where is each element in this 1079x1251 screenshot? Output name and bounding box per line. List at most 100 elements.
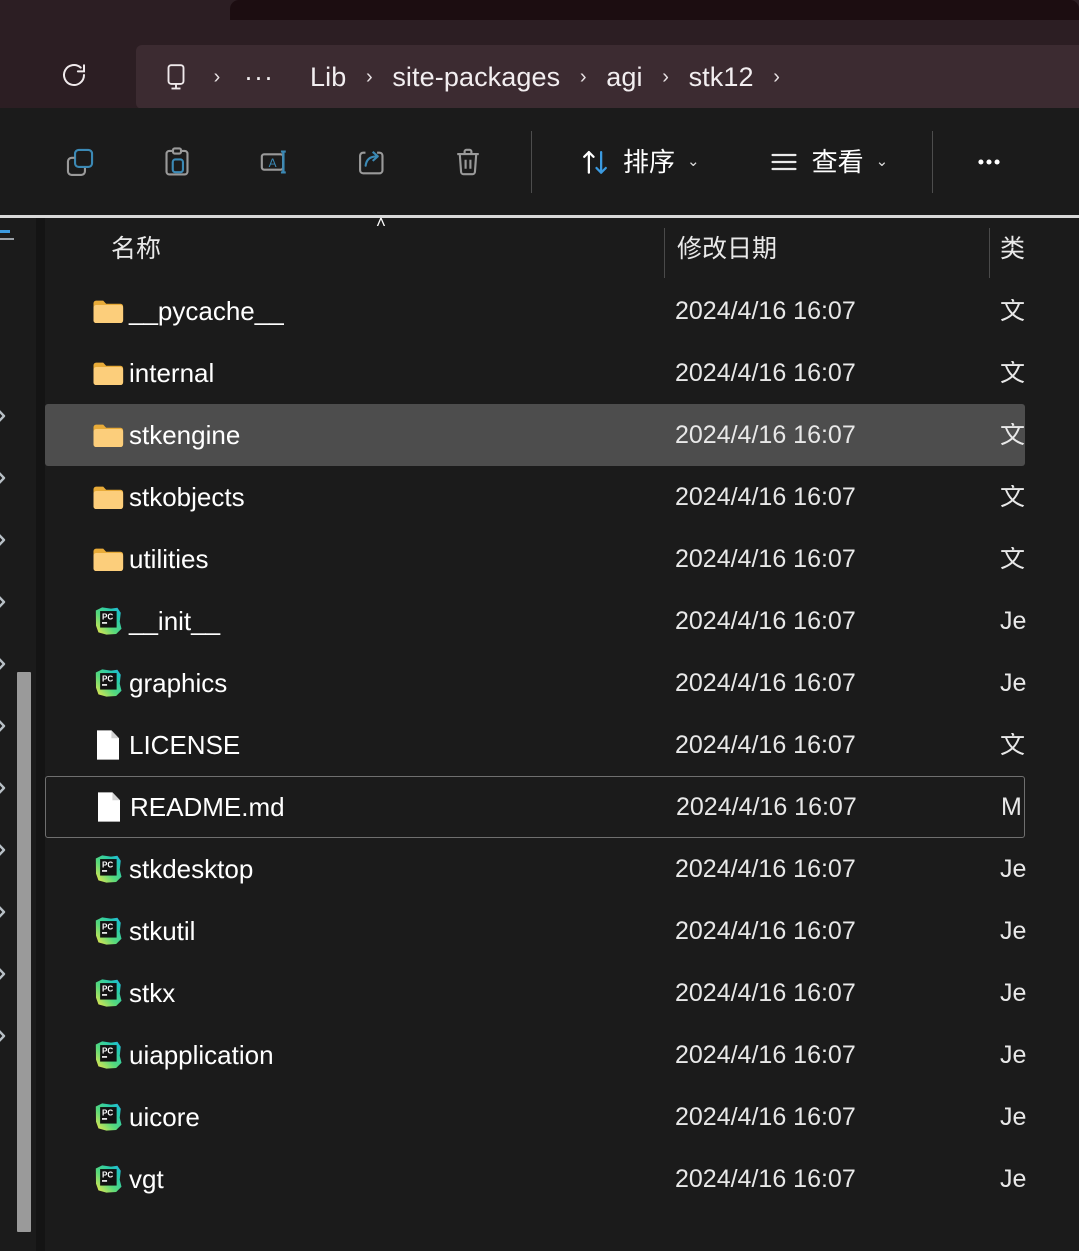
- nav-expander-7[interactable]: [0, 840, 11, 860]
- column-header-name[interactable]: 名称: [111, 234, 161, 264]
- file-name: uiapplication: [129, 1040, 274, 1070]
- breadcrumb-item-stk12[interactable]: stk12: [689, 63, 754, 91]
- breadcrumb-separator-4[interactable]: ›: [754, 67, 800, 87]
- nav-expander-10[interactable]: [0, 1026, 11, 1046]
- file-name: stkobjects: [129, 482, 245, 512]
- file-row-stkx[interactable]: PC stkx 2024/4/16 16:07 Je: [45, 962, 1079, 1024]
- refresh-button[interactable]: [52, 53, 96, 97]
- address-bar-zone: › ··· Lib › site-packages › agi › stk12 …: [0, 20, 1079, 109]
- file-row-uiapplication[interactable]: PC uiapplication 2024/4/16 16:07 Je: [45, 1024, 1079, 1086]
- file-row-utilities[interactable]: utilities 2024/4/16 16:07 文: [45, 528, 1079, 590]
- nav-expander-4[interactable]: [0, 654, 11, 674]
- breadcrumb-separator-1[interactable]: ›: [346, 67, 392, 87]
- svg-text:PC: PC: [102, 861, 113, 870]
- folder-icon: [93, 548, 124, 571]
- sort-button[interactable]: 排序 ⌄: [567, 134, 712, 190]
- svg-text:PC: PC: [102, 1171, 113, 1180]
- file-row-init[interactable]: PC __init__ 2024/4/16 16:07 Je: [45, 590, 1079, 652]
- column-header-type[interactable]: 类: [1000, 234, 1025, 264]
- file-row-readme-md[interactable]: README.md 2024/4/16 16:07 M: [45, 776, 1025, 838]
- breadcrumb-item-agi[interactable]: agi: [606, 63, 642, 91]
- sort-arrows-icon: [583, 150, 607, 174]
- file-row-uicore[interactable]: PC uicore 2024/4/16 16:07 Je: [45, 1086, 1079, 1148]
- chevron-right-icon: [0, 844, 6, 856]
- breadcrumb-separator-3[interactable]: ›: [643, 67, 689, 87]
- delete-button[interactable]: [440, 134, 496, 190]
- chevron-right-icon: [0, 906, 6, 918]
- chevron-right-icon: [0, 782, 6, 794]
- nav-scrollbar-thumb[interactable]: [17, 672, 31, 1232]
- this-pc-button[interactable]: [158, 59, 194, 95]
- document-icon: [98, 792, 120, 822]
- view-label: 查看: [811, 146, 864, 177]
- column-header-date-modified[interactable]: 修改日期: [677, 234, 777, 264]
- view-chevron-down-icon: ⌄: [875, 153, 889, 170]
- column-divider-1[interactable]: [664, 228, 665, 278]
- column-divider-2[interactable]: [989, 228, 990, 278]
- paste-icon: [165, 146, 189, 176]
- file-type: Je: [1000, 608, 1027, 634]
- file-name: stkx: [129, 978, 176, 1008]
- breadcrumb-separator-2[interactable]: ›: [560, 67, 606, 87]
- file-row-internal[interactable]: internal 2024/4/16 16:07 文: [45, 342, 1079, 404]
- more-options-button[interactable]: [961, 134, 1017, 190]
- nav-expander-3[interactable]: [0, 592, 11, 612]
- nav-expander-6[interactable]: [0, 778, 11, 798]
- rename-button[interactable]: A: [246, 134, 302, 190]
- file-row-graphics[interactable]: PC graphics 2024/4/16 16:07 Je: [45, 652, 1079, 714]
- file-type: 文: [1000, 298, 1026, 324]
- svg-text:PC: PC: [102, 1047, 113, 1056]
- file-icon: PC: [91, 666, 125, 700]
- file-type: 文: [1000, 732, 1026, 758]
- copy-button[interactable]: [52, 134, 108, 190]
- file-row-vgt[interactable]: PC vgt 2024/4/16 16:07 Je: [45, 1148, 1079, 1210]
- view-button[interactable]: 查看 ⌄: [756, 134, 901, 190]
- active-tab[interactable]: [230, 0, 1079, 20]
- nav-expander-1[interactable]: [0, 468, 11, 488]
- share-button[interactable]: [343, 134, 399, 190]
- breadcrumb-separator-0[interactable]: ›: [194, 67, 240, 87]
- file-icon: [91, 294, 125, 328]
- file-row-stkdesktop[interactable]: PC stkdesktop 2024/4/16 16:07 Je: [45, 838, 1079, 900]
- file-row-license[interactable]: LICENSE 2024/4/16 16:07 文: [45, 714, 1079, 776]
- breadcrumb-item-lib[interactable]: Lib: [310, 63, 346, 91]
- nav-expander-0[interactable]: [0, 406, 11, 426]
- file-date-modified: 2024/4/16 16:07: [676, 792, 857, 821]
- file-date-modified: 2024/4/16 16:07: [675, 730, 856, 759]
- copy-icon: [66, 148, 94, 176]
- pycharm-icon: PC: [95, 669, 122, 697]
- breadcrumb[interactable]: › ··· Lib › site-packages › agi › stk12 …: [136, 45, 1079, 109]
- file-row-pycache[interactable]: __pycache__ 2024/4/16 16:07 文: [45, 280, 1079, 342]
- file-icon: PC: [91, 1100, 125, 1134]
- file-icon: [91, 542, 125, 576]
- file-row-stkutil[interactable]: PC stkutil 2024/4/16 16:07 Je: [45, 900, 1079, 962]
- nav-expander-5[interactable]: [0, 716, 11, 736]
- paste-button[interactable]: [149, 134, 205, 190]
- share-icon: [359, 150, 384, 174]
- file-date-modified: 2024/4/16 16:07: [675, 606, 856, 635]
- file-name: internal: [129, 358, 215, 388]
- file-date-modified: 2024/4/16 16:07: [675, 420, 856, 449]
- nav-selected-underline: [0, 238, 14, 240]
- file-row-stkengine[interactable]: stkengine 2024/4/16 16:07 文: [45, 404, 1025, 466]
- rename-icon: A: [260, 149, 286, 174]
- file-name: graphics: [129, 668, 228, 698]
- nav-expander-8[interactable]: [0, 902, 11, 922]
- pycharm-icon: PC: [95, 855, 122, 883]
- file-row-stkobjects[interactable]: stkobjects 2024/4/16 16:07 文: [45, 466, 1079, 528]
- nav-expander-9[interactable]: [0, 964, 11, 984]
- nav-expander-2[interactable]: [0, 530, 11, 550]
- breadcrumb-overflow-button[interactable]: ···: [240, 63, 278, 90]
- file-type: Je: [1000, 1104, 1027, 1130]
- breadcrumb-item-site-packages[interactable]: site-packages: [392, 63, 560, 91]
- pane-splitter[interactable]: [36, 218, 45, 1251]
- svg-text:PC: PC: [102, 675, 113, 684]
- file-icon: [91, 480, 125, 514]
- column-header-row: ˄ 名称 修改日期 类: [45, 214, 1079, 280]
- file-type: M: [1001, 794, 1022, 820]
- file-date-modified: 2024/4/16 16:07: [675, 544, 856, 573]
- pycharm-icon: PC: [95, 1041, 122, 1069]
- chevron-right-icon: [0, 1030, 6, 1042]
- refresh-icon: [63, 64, 85, 86]
- toolbar-divider-2: [932, 130, 934, 193]
